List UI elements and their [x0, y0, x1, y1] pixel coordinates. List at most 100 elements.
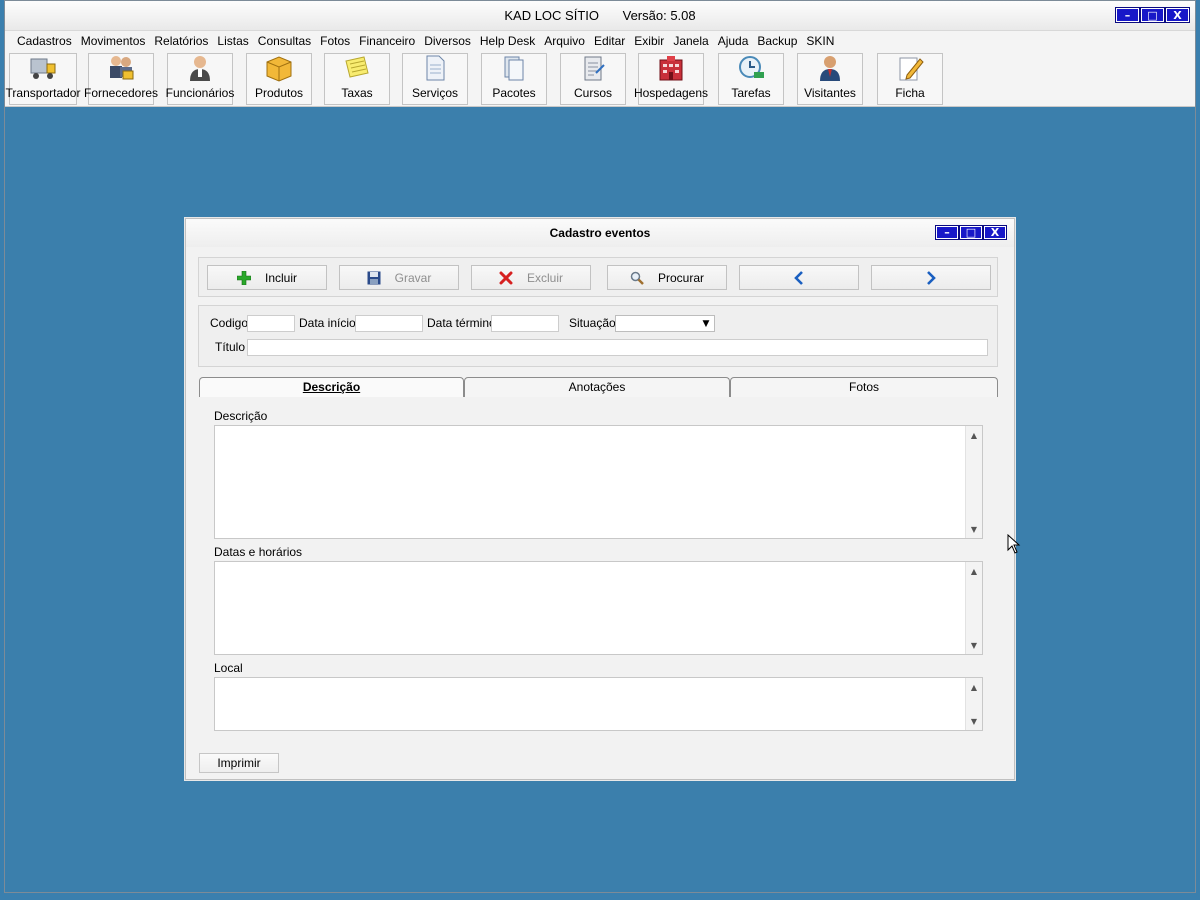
- menu-editar[interactable]: Editar: [589, 34, 629, 48]
- menu-consultas[interactable]: Consultas: [253, 34, 315, 48]
- codigo-label: Codigo: [210, 316, 249, 330]
- menu-ajuda[interactable]: Ajuda: [713, 34, 753, 48]
- window-controls: – □ X: [1115, 7, 1190, 23]
- local-scrollbar[interactable]: ▲ ▼: [965, 678, 982, 730]
- title-bar: KAD LOC SÍTIO Versão: 5.08 – □ X: [5, 1, 1195, 31]
- tab-strip: Descrição Anotações Fotos: [199, 377, 999, 397]
- search-button[interactable]: Procurar: [607, 265, 727, 290]
- fields-panel: Codigo Data início Data término Situação…: [198, 305, 998, 367]
- close-button[interactable]: X: [1165, 7, 1190, 23]
- menu-arquivo[interactable]: Arquivo: [539, 34, 589, 48]
- datas-horarios-scrollbar[interactable]: ▲ ▼: [965, 562, 982, 654]
- mouse-cursor-icon: [1007, 534, 1021, 554]
- tab-fotos[interactable]: Fotos: [730, 377, 998, 397]
- toolbar-ficha-button[interactable]: Ficha: [877, 53, 943, 105]
- notepad-icon: [342, 53, 372, 83]
- dialog-close-button[interactable]: X: [983, 225, 1007, 240]
- menu-help-desk[interactable]: Help Desk: [475, 34, 539, 48]
- data-inicio-input[interactable]: [355, 315, 423, 332]
- toolbar-servicos-button[interactable]: Serviços: [402, 53, 468, 105]
- toolbar-pacotes-button[interactable]: Pacotes: [481, 53, 547, 105]
- scroll-down-icon[interactable]: ▼: [966, 522, 982, 536]
- titulo-input[interactable]: [247, 339, 988, 356]
- cadastro-eventos-dialog: Cadastro eventos – □ X Incluir Gravar Ex…: [185, 218, 1015, 780]
- toolbar-label: Serviços: [411, 86, 458, 100]
- maximize-button[interactable]: □: [1140, 7, 1165, 23]
- delete-button[interactable]: Excluir: [471, 265, 591, 290]
- descricao-tab-page: Descrição ▲ ▼ Datas e horários ▲ ▼ Local…: [198, 397, 998, 741]
- save-button[interactable]: Gravar: [339, 265, 459, 290]
- tab-descricao[interactable]: Descrição: [199, 377, 464, 397]
- toolbar-tarefas-button[interactable]: Tarefas: [718, 53, 784, 105]
- tab-anotacoes[interactable]: Anotações: [464, 377, 730, 397]
- data-inicio-label: Data início: [299, 316, 356, 330]
- toolbar-label: Visitantes: [804, 86, 856, 100]
- menu-janela[interactable]: Janela: [668, 34, 712, 48]
- box-icon: [264, 53, 294, 83]
- toolbar-label: Pacotes: [492, 86, 536, 100]
- plus-icon: [236, 270, 251, 285]
- toolbar-label: Tarefas: [731, 86, 771, 100]
- menu-relatorios[interactable]: Relatórios: [149, 34, 212, 48]
- menu-fotos[interactable]: Fotos: [315, 34, 354, 48]
- toolbar-label: Transportador: [5, 86, 81, 100]
- menu-listas[interactable]: Listas: [212, 34, 252, 48]
- suppliers-icon: [106, 53, 136, 83]
- menu-movimentos[interactable]: Movimentos: [76, 34, 150, 48]
- descricao-section-label: Descrição: [214, 409, 268, 423]
- scroll-up-icon[interactable]: ▲: [966, 680, 982, 694]
- toolbar: Transportador Fornecedores Funcionários …: [5, 51, 1195, 107]
- chevron-down-icon[interactable]: ▼: [699, 317, 713, 330]
- dialog-window-controls: – □ X: [935, 225, 1007, 240]
- menu-diversos[interactable]: Diversos: [419, 34, 475, 48]
- menu-financeiro[interactable]: Financeiro: [354, 34, 419, 48]
- scroll-down-icon[interactable]: ▼: [966, 638, 982, 652]
- toolbar-cursos-button[interactable]: Cursos: [560, 53, 626, 105]
- visitor-icon: [815, 53, 845, 83]
- search-label: Procurar: [657, 270, 704, 285]
- descricao-scrollbar[interactable]: ▲ ▼: [965, 426, 982, 538]
- menu-cadastros[interactable]: Cadastros: [12, 34, 76, 48]
- app-title: KAD LOC SÍTIO Versão: 5.08: [5, 8, 1195, 23]
- situacao-select[interactable]: ▼: [615, 315, 715, 332]
- dialog-maximize-button[interactable]: □: [959, 225, 983, 240]
- app-version: Versão: 5.08: [622, 8, 696, 23]
- include-button[interactable]: Incluir: [207, 265, 327, 290]
- toolbar-funcionarios-button[interactable]: Funcionários: [166, 53, 234, 105]
- chevron-left-icon: [794, 270, 803, 285]
- scroll-up-icon[interactable]: ▲: [966, 428, 982, 442]
- toolbar-taxas-button[interactable]: Taxas: [324, 53, 390, 105]
- previous-record-button[interactable]: [739, 265, 859, 290]
- hotel-icon: [656, 53, 686, 83]
- minimize-button[interactable]: –: [1115, 7, 1140, 23]
- toolbar-fornecedores-button[interactable]: Fornecedores: [84, 53, 158, 105]
- datas-horarios-section-label: Datas e horários: [214, 545, 303, 559]
- data-termino-input[interactable]: [491, 315, 559, 332]
- document-icon: [420, 53, 450, 83]
- menu-bar: Cadastros Movimentos Relatórios Listas C…: [5, 31, 1195, 51]
- dialog-minimize-button[interactable]: –: [935, 225, 959, 240]
- local-textarea[interactable]: ▲ ▼: [214, 677, 983, 731]
- menu-exibir[interactable]: Exibir: [629, 34, 668, 48]
- scroll-down-icon[interactable]: ▼: [966, 714, 982, 728]
- toolbar-produtos-button[interactable]: Produtos: [246, 53, 312, 105]
- codigo-input[interactable]: [247, 315, 295, 332]
- floppy-disk-icon: [367, 271, 381, 284]
- datas-horarios-textarea[interactable]: ▲ ▼: [214, 561, 983, 655]
- descricao-textarea[interactable]: ▲ ▼: [214, 425, 983, 539]
- save-label: Gravar: [394, 270, 432, 285]
- toolbar-transportador-button[interactable]: Transportador: [6, 53, 80, 105]
- print-button[interactable]: Imprimir: [199, 753, 279, 773]
- dialog-title-bar[interactable]: Cadastro eventos – □ X: [186, 219, 1014, 247]
- toolbar-visitantes-button[interactable]: Visitantes: [797, 53, 863, 105]
- local-section-label: Local: [214, 661, 243, 675]
- menu-backup[interactable]: Backup: [752, 34, 801, 48]
- next-record-button[interactable]: [871, 265, 991, 290]
- scroll-up-icon[interactable]: ▲: [966, 564, 982, 578]
- employee-icon: [185, 53, 215, 83]
- toolbar-label: Ficha: [895, 86, 925, 100]
- toolbar-hospedagens-button[interactable]: Hospedagens: [634, 53, 708, 105]
- menu-skin[interactable]: SKIN: [801, 34, 838, 48]
- pages-icon: [499, 53, 529, 83]
- truck-icon: [28, 53, 58, 83]
